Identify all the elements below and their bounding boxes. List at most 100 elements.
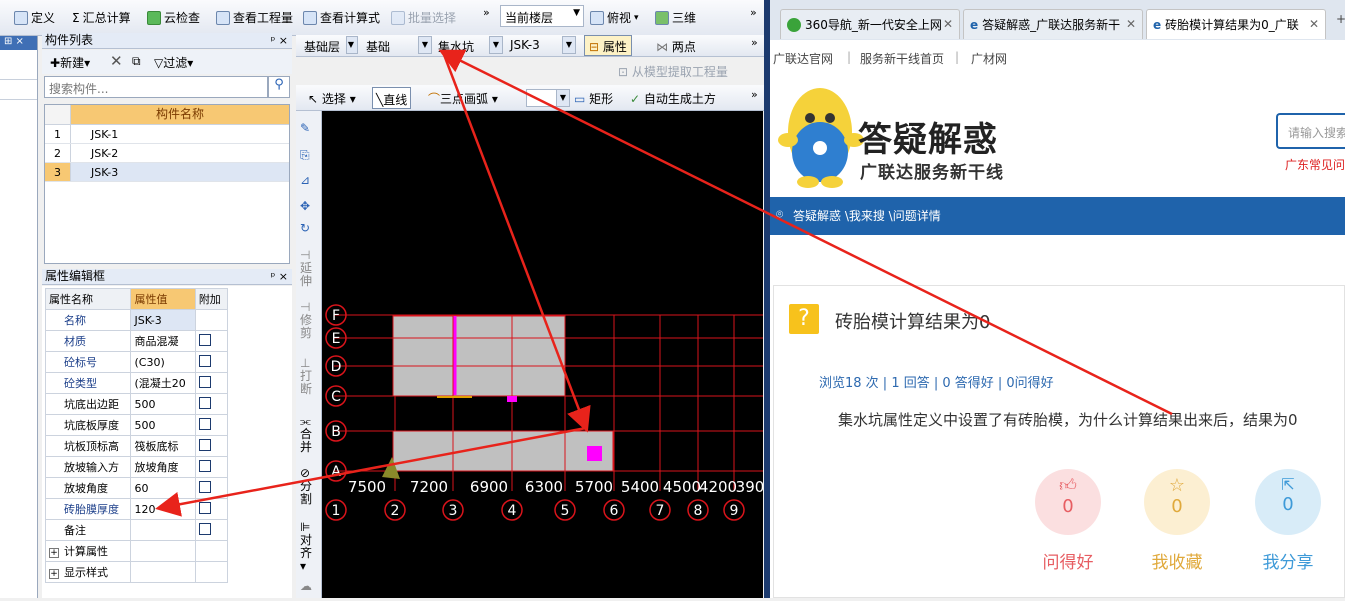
expand-plus-icon[interactable]: +: [49, 548, 59, 558]
drawing-canvas[interactable]: F E D C B A 1 2 3 4 5 6 7 8 9 7500 7200 …: [322, 111, 764, 598]
view-qty-button[interactable]: 查看工程量: [216, 0, 293, 35]
close-icon[interactable]: ✕: [1126, 17, 1136, 31]
search-icon[interactable]: ⚲: [268, 76, 290, 98]
new-component-button[interactable]: ✚新建▾: [50, 54, 90, 71]
rotate-icon[interactable]: ↻: [300, 221, 310, 235]
two-points-button[interactable]: ⋈ 两点: [656, 38, 696, 55]
new-tab-icon[interactable]: +: [1336, 12, 1345, 26]
attach-checkbox[interactable]: [198, 522, 211, 535]
expand-plus-icon[interactable]: +: [49, 569, 59, 579]
share-button[interactable]: ⇱ 0: [1255, 469, 1321, 535]
dock-item[interactable]: [0, 80, 37, 100]
dock-pin-bar[interactable]: ⊞ ×: [0, 36, 37, 50]
select-button[interactable]: ↖ 选择 ▾: [308, 90, 356, 107]
copy-icon[interactable]: ⎘: [300, 148, 310, 163]
nav-link[interactable]: 广材网: [971, 50, 1007, 67]
type-dropdown[interactable]: ▼: [489, 36, 503, 54]
dock-item[interactable]: [0, 60, 37, 80]
ask-good-button[interactable]: 👍︎ 0: [1035, 469, 1101, 535]
close-icon[interactable]: ✕: [943, 17, 953, 31]
site-search-input[interactable]: 请输入搜索: [1276, 113, 1345, 149]
property-value-input[interactable]: 筏板底标: [130, 435, 196, 457]
split-tool[interactable]: ⊘ 分割: [300, 467, 316, 506]
cloud-icon[interactable]: ☁: [300, 579, 312, 593]
arc-option-dropdown[interactable]: ▼: [526, 89, 570, 107]
line-button[interactable]: ╲直线: [372, 87, 412, 109]
trim-tool[interactable]: ⊣ 修剪: [300, 301, 316, 340]
toolbar-overflow-chevron[interactable]: »: [751, 88, 758, 101]
merge-tool[interactable]: ⫘ 合并: [300, 415, 316, 454]
extend-tool[interactable]: ⊣ 延伸: [300, 249, 316, 288]
expand-row[interactable]: + 显示样式: [44, 561, 229, 583]
extract-from-model-button[interactable]: ⊡ 从模型提取工程量: [618, 63, 728, 80]
cloud-check-button[interactable]: 云检查: [147, 0, 200, 35]
property-value-input[interactable]: (混凝土20: [130, 372, 196, 394]
panel-pin-close-icons[interactable]: ᵖ ×: [271, 33, 288, 48]
favorite-button[interactable]: ☆ 0: [1144, 469, 1210, 535]
property-value-input[interactable]: 放坡角度: [130, 456, 196, 478]
pit-point-marker[interactable]: [587, 446, 602, 461]
table-row[interactable]: 1 JSK-1: [45, 125, 289, 144]
pit-rect-lower[interactable]: [392, 430, 614, 472]
property-value-input[interactable]: 60: [130, 477, 196, 499]
nav-link[interactable]: 广联达官网: [773, 50, 833, 67]
toolbar-overflow-chevron[interactable]: »: [751, 36, 758, 49]
property-value-input[interactable]: 500: [130, 393, 196, 415]
copy-icon[interactable]: ⧉: [132, 54, 141, 69]
property-value-input[interactable]: 120: [130, 498, 196, 520]
break-tool[interactable]: ⊥ 打断: [300, 357, 316, 396]
attach-checkbox[interactable]: [198, 375, 211, 388]
toolbar-overflow-chevron-2[interactable]: »: [750, 6, 757, 19]
attach-checkbox[interactable]: [198, 417, 211, 430]
three-d-button[interactable]: 三维: [655, 0, 696, 35]
view-formula-button[interactable]: 查看计算式: [303, 0, 380, 35]
browser-tab[interactable]: e 答疑解惑_广联达服务新干 ✕: [963, 9, 1143, 39]
close-icon[interactable]: ✕: [1309, 17, 1319, 31]
browser-tab[interactable]: 360导航_新一代安全上网 ✕: [780, 9, 960, 39]
attach-checkbox[interactable]: [198, 438, 211, 451]
define-button[interactable]: 定义: [14, 0, 55, 35]
auto-earthwork-button[interactable]: ✓ 自动生成土方: [630, 90, 716, 107]
nav-link[interactable]: 服务新干线首页: [860, 50, 944, 67]
category-dropdown[interactable]: ▼: [418, 36, 432, 54]
attach-checkbox[interactable]: [198, 501, 211, 514]
batch-select-button[interactable]: 批量选择: [391, 0, 456, 35]
pit-rect-upper[interactable]: [392, 315, 566, 397]
breadcrumb[interactable]: 答疑解惑 \我来搜 \问题详情: [793, 207, 941, 224]
pen-icon[interactable]: ✎: [300, 121, 310, 135]
component-dropdown[interactable]: ▼: [562, 36, 576, 54]
attach-checkbox[interactable]: [198, 480, 211, 493]
draw-toolbar: ↖ 选择 ▾ ╲直线 ⌒三点画弧 ▾ ▼ ▭ 矩形 ✓ 自动生成土方 »: [296, 85, 764, 111]
top-view-button[interactable]: 俯视 ▾: [590, 0, 639, 35]
expand-row[interactable]: + 计算属性: [44, 540, 229, 562]
align-tool[interactable]: ⊫ 对齐▾: [300, 521, 316, 573]
filter-button[interactable]: ▽过滤▾: [154, 54, 193, 71]
delete-icon[interactable]: ✕: [110, 52, 123, 70]
table-row[interactable]: 2 JSK-2: [45, 144, 289, 163]
property-value-input[interactable]: [130, 519, 196, 541]
rectangle-button[interactable]: ▭ 矩形: [574, 90, 613, 107]
toolbar-overflow-chevron[interactable]: »: [483, 6, 490, 19]
attach-checkbox[interactable]: [198, 354, 211, 367]
panel-pin-close-icons[interactable]: ᵖ ×: [271, 269, 288, 284]
property-value-input[interactable]: JSK-3: [130, 309, 196, 331]
properties-button[interactable]: ⊟ 属性: [584, 35, 632, 56]
layer-dropdown[interactable]: ▼: [346, 36, 358, 54]
attach-checkbox[interactable]: [198, 459, 211, 472]
region-hint[interactable]: 广东常见问: [1285, 156, 1345, 173]
property-value-input[interactable]: 500: [130, 414, 196, 436]
three-point-arc-button[interactable]: ⌒三点画弧 ▾: [428, 90, 498, 107]
mirror-icon[interactable]: ⊿: [300, 173, 310, 187]
move-icon[interactable]: ✥: [300, 199, 310, 213]
property-value-input[interactable]: (C30): [130, 351, 196, 373]
attach-checkbox[interactable]: [198, 396, 211, 409]
sum-calc-button[interactable]: Σ 汇总计算: [72, 0, 131, 35]
attach-checkbox[interactable]: [198, 333, 211, 346]
property-value-input[interactable]: 商品混凝: [130, 330, 196, 352]
grip-marker[interactable]: [507, 396, 517, 402]
table-row-selected[interactable]: 3 JSK-3: [45, 163, 289, 182]
grid-spacing-label: 6300: [525, 478, 563, 496]
component-search-input[interactable]: 搜索构件...: [44, 76, 268, 98]
browser-tab-active[interactable]: e 砖胎模计算结果为0_广联 ✕: [1146, 9, 1326, 39]
current-floor-select[interactable]: 当前楼层 ▼: [500, 5, 584, 27]
